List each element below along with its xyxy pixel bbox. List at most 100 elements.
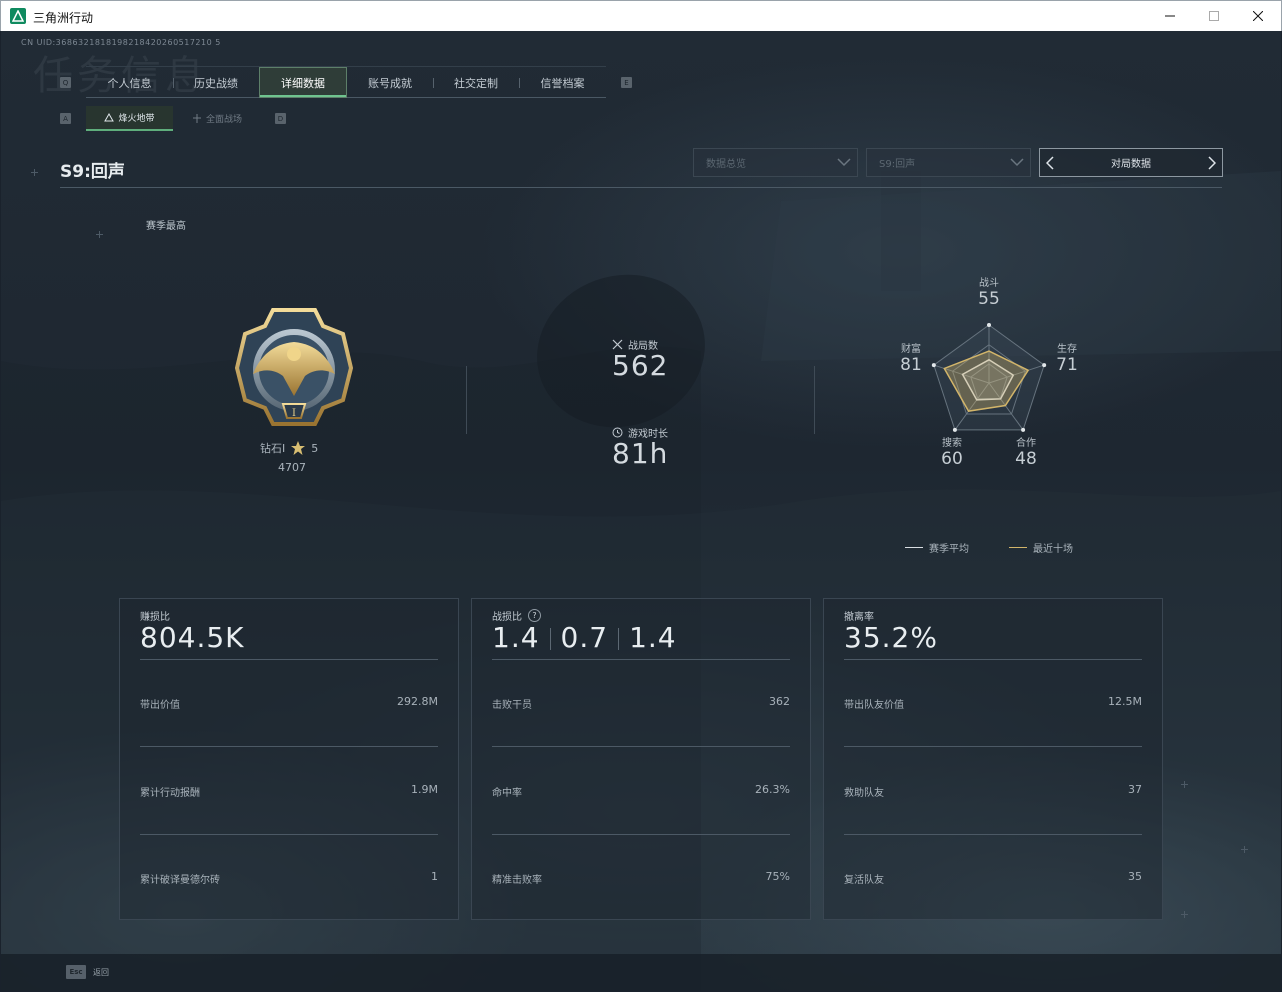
- subtab-full-battlefield[interactable]: 全面战场: [175, 106, 259, 131]
- value-separator: [549, 628, 551, 650]
- row-value: 362: [769, 695, 790, 708]
- panel-divider: [492, 746, 790, 747]
- legend-swatch: [1009, 547, 1027, 548]
- chevron-right-icon[interactable]: [1208, 156, 1216, 170]
- panel-kd-ratio: 战损比 ? 1.4 0.7 1.4 击败干员 362 命中率 26.3% 精准击败率…: [471, 598, 811, 920]
- season-best-label: 赛季最高: [146, 221, 186, 232]
- row-label: 复活队友: [844, 875, 884, 886]
- row-label: 累计破译曼德尔砖: [140, 875, 220, 886]
- decor-cross: [1241, 846, 1248, 853]
- hazard-zone-icon: [104, 113, 115, 122]
- radar-axis-label: 战斗: [979, 278, 999, 289]
- bottom-bar: Esc 返回: [1, 954, 1281, 991]
- main-value: 1.4: [492, 621, 540, 654]
- decor-cross: [96, 231, 103, 238]
- tab-personal-info[interactable]: 个人信息: [86, 67, 173, 98]
- dropdown-value: S9:回声: [879, 159, 916, 170]
- panel-divider: [140, 659, 438, 660]
- season-dropdown[interactable]: S9:回声: [866, 148, 1031, 177]
- radar-axis-value: 60: [941, 449, 963, 469]
- next-subtab-key-hint: D: [275, 113, 286, 124]
- chevron-down-icon: [837, 158, 851, 167]
- radar-vertex-dot: [952, 427, 957, 432]
- subtab-label: 全面战场: [205, 115, 242, 125]
- data-type-dropdown[interactable]: 数据总览: [693, 148, 858, 177]
- legend-label: 最近十场: [1033, 544, 1073, 555]
- legend-season-average: 赛季平均: [905, 540, 969, 555]
- main-value: 0.7: [560, 621, 609, 654]
- chevron-left-icon[interactable]: [1046, 156, 1054, 170]
- row-label: 累计行动报酬: [140, 788, 200, 799]
- panel-main-value: 1.4 0.7 1.4: [492, 621, 677, 654]
- game-viewport: 任务信息 CN UID:3686321818198218420260517210…: [1, 31, 1281, 991]
- match-data-navigator: 对局数据: [1039, 148, 1223, 177]
- value-separator: [618, 628, 620, 650]
- tab-detailed-data[interactable]: 详细数据: [259, 67, 347, 98]
- subtab-hazard-zone[interactable]: 烽火地带: [86, 106, 173, 131]
- row-value: 12.5M: [1108, 695, 1142, 708]
- row-label: 带出队友价值: [844, 700, 904, 711]
- rank-name: 钻石I 5: [260, 440, 318, 456]
- tab-reputation-file[interactable]: 信誉档案: [519, 67, 606, 98]
- row-value: 1.9M: [411, 783, 438, 796]
- tab-match-history[interactable]: 历史战绩: [173, 67, 259, 98]
- matches-value: 562: [612, 349, 669, 382]
- panel-divider: [844, 746, 1142, 747]
- season-title: S9:回声: [60, 162, 125, 182]
- row-label: 击败干员: [492, 700, 532, 711]
- radar-axis-label: 财富: [901, 344, 921, 355]
- back-label[interactable]: 返回: [93, 967, 109, 978]
- main-value: 804.5K: [140, 621, 245, 654]
- radar-axis-label: 生存: [1057, 344, 1077, 355]
- row-value: 37: [1128, 783, 1142, 796]
- rank-tier: 钻石I: [260, 442, 286, 455]
- esc-key-hint[interactable]: Esc: [66, 965, 86, 979]
- radar-vertex-dot: [987, 323, 991, 327]
- decor-cross: [31, 169, 38, 176]
- panel-extraction-rate: 撤离率 35.2% 带出队友价值 12.5M 救助队友 37 复活队友 35: [823, 598, 1163, 920]
- section-divider: [814, 366, 815, 434]
- window-titlebar: 三角洲行动: [0, 0, 1282, 31]
- tab-social-customization[interactable]: 社交定制: [433, 67, 519, 98]
- radar-vertex-dot: [1021, 427, 1026, 432]
- battlefield-icon: [192, 114, 201, 123]
- panel-profit-ratio: 赚损比 804.5K 带出价值 292.8M 累计行动报酬 1.9M 累计破译曼…: [119, 598, 459, 920]
- next-tab-key-hint: E: [621, 77, 632, 88]
- header-divider: [60, 187, 1222, 188]
- panel-main-value: 35.2%: [844, 621, 938, 654]
- rank-points: 4707: [278, 461, 306, 474]
- prev-subtab-key-hint: A: [60, 113, 71, 124]
- diamond-rank-badge-icon: I: [234, 308, 354, 426]
- main-value: 35.2%: [844, 621, 938, 654]
- dropdown-value: 数据总览: [706, 159, 746, 170]
- panel-divider: [844, 659, 1142, 660]
- navigator-label: 对局数据: [1111, 159, 1151, 170]
- section-divider: [466, 366, 467, 434]
- decor-cross: [1181, 781, 1188, 788]
- row-value: 26.3%: [755, 783, 790, 796]
- playtime-value: 81h: [612, 437, 669, 470]
- close-icon[interactable]: [1235, 1, 1281, 31]
- tab-account-achievements[interactable]: 账号成就: [347, 67, 433, 98]
- panel-divider: [492, 659, 790, 660]
- row-value: 1: [431, 870, 438, 883]
- legend-label: 赛季平均: [929, 544, 969, 555]
- chevron-down-icon: [1010, 158, 1024, 167]
- maximize-icon[interactable]: [1191, 1, 1237, 31]
- row-value: 292.8M: [397, 695, 438, 708]
- radar-axis-value: 71: [1056, 355, 1078, 375]
- panel-divider: [844, 834, 1142, 835]
- rank-stars: 5: [311, 441, 319, 455]
- panel-main-value: 804.5K: [140, 621, 245, 654]
- radar-axis-value: 81: [900, 355, 922, 375]
- radar-axis-value: 48: [1015, 449, 1037, 469]
- player-uid: CN UID:3686321818198218420260517210 5: [21, 38, 221, 47]
- window-title: 三角洲行动: [33, 11, 94, 25]
- panel-divider: [140, 746, 438, 747]
- subtab-label: 烽火地带: [118, 114, 155, 124]
- main-value: 1.4: [629, 621, 677, 654]
- minimize-icon[interactable]: [1147, 1, 1193, 31]
- row-label: 精准击败率: [492, 875, 542, 886]
- radar-axis-label: 合作: [1016, 438, 1036, 449]
- row-value: 35: [1128, 870, 1142, 883]
